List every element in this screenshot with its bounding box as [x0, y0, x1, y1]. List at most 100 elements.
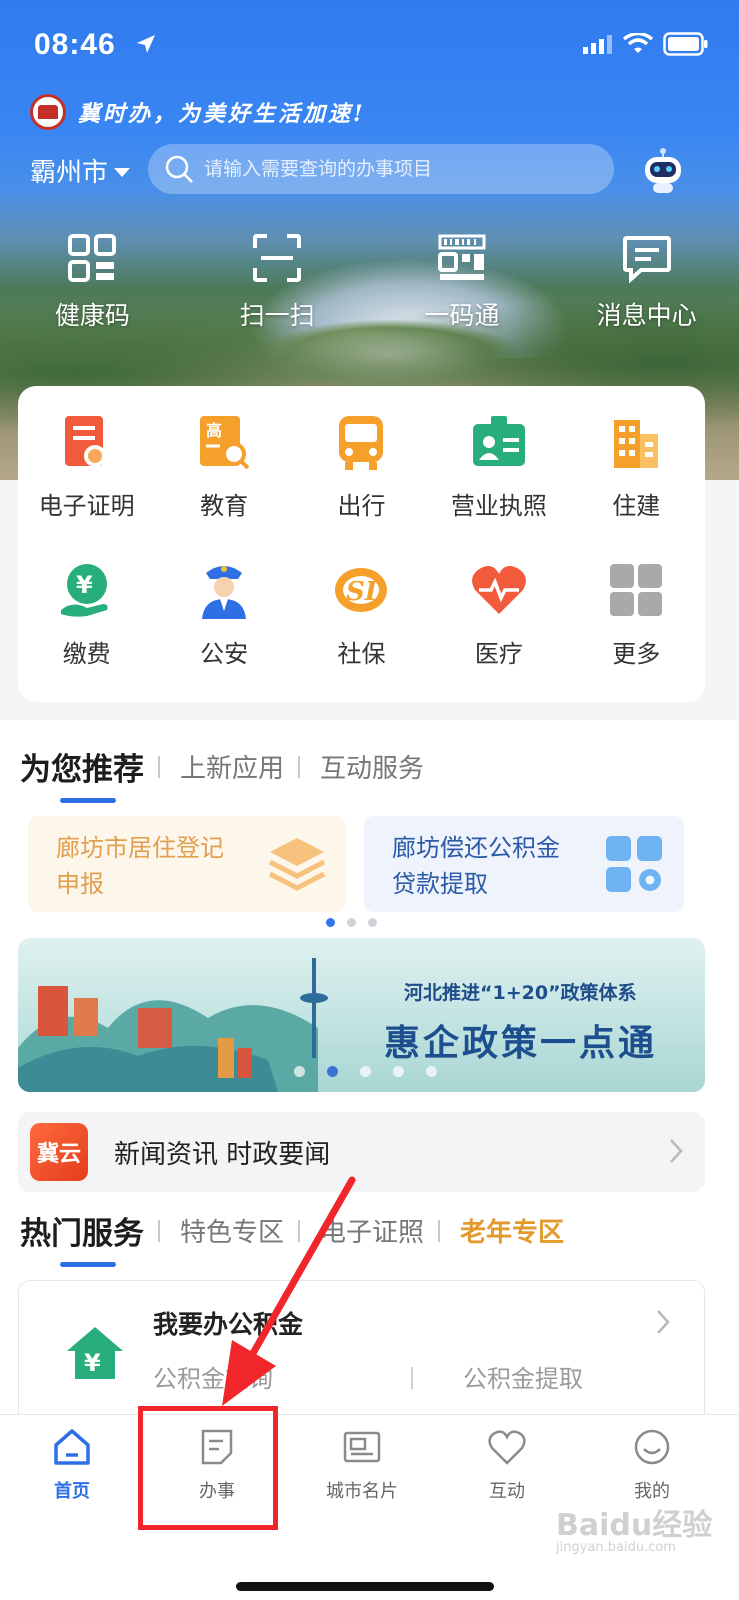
- news-text: 新闻资讯 时政要闻: [114, 1139, 331, 1170]
- services-row-1: 电子证明 高 教育 出行 营业执照 住建: [18, 412, 705, 521]
- wifi-icon: [623, 33, 653, 53]
- bus-icon: [331, 412, 391, 472]
- city-name: 霸州市: [30, 158, 109, 188]
- tab-divider: [298, 755, 301, 778]
- building-icon: [606, 412, 666, 472]
- app-logo: [30, 94, 66, 130]
- slogan-text: 冀时办，为美好生活加速!: [78, 101, 366, 127]
- city-card-icon: [343, 1431, 381, 1463]
- quick-label: 扫一扫: [239, 301, 315, 330]
- link-fund-withdraw[interactable]: 公积金提取: [463, 1359, 583, 1394]
- nav-profile[interactable]: 我的: [592, 1427, 712, 1503]
- message-icon: [622, 236, 671, 284]
- home-indicator: [236, 1582, 494, 1591]
- recommend-card-residence[interactable]: 廊坊市居住登记 申报: [28, 816, 346, 912]
- city-selector[interactable]: 霸州市: [30, 152, 131, 189]
- service-social-security[interactable]: SI 社保: [293, 560, 430, 669]
- payment-icon: ¥: [57, 560, 117, 620]
- service-label: 教育: [200, 492, 249, 520]
- home-icon: [54, 1429, 90, 1465]
- quick-one-code[interactable]: 一码通: [370, 232, 555, 332]
- carousel-dots: [326, 918, 377, 927]
- status-indicators: [583, 32, 709, 56]
- link-fund-query[interactable]: 公积金查询: [153, 1359, 273, 1394]
- nav-label: 城市名片: [326, 1481, 398, 1502]
- quick-scan[interactable]: 扫一扫: [185, 232, 370, 332]
- services-row-2: ¥ 缴费 公安 SI 社保 医疗 更多: [18, 560, 705, 669]
- battery-icon: [663, 32, 708, 56]
- banner-dots: [294, 1066, 437, 1077]
- svg-text:¥: ¥: [76, 571, 93, 599]
- tab-interactive[interactable]: 互动服务: [320, 748, 424, 785]
- status-time: 08:46: [34, 28, 116, 61]
- service-payment[interactable]: ¥ 缴费: [18, 560, 155, 669]
- service-travel[interactable]: 出行: [293, 412, 430, 521]
- status-bar: 08:46: [0, 0, 739, 90]
- tab-new-apps[interactable]: 上新应用: [180, 748, 284, 785]
- service-label: 营业执照: [450, 492, 547, 520]
- search-input[interactable]: [204, 158, 604, 180]
- house-fund-icon: ¥: [67, 1327, 123, 1379]
- tab-featured[interactable]: 特色专区: [180, 1212, 284, 1249]
- profile-icon: [634, 1429, 670, 1465]
- tab-recommend[interactable]: 为您推荐: [20, 744, 144, 803]
- quick-message-center[interactable]: 消息中心: [554, 232, 739, 332]
- nav-city-card[interactable]: 城市名片: [302, 1427, 422, 1503]
- recommend-card-fund-loan[interactable]: 廊坊偿还公积金 贷款提取: [364, 816, 684, 912]
- service-label: 出行: [337, 492, 386, 520]
- jiyun-logo: 冀云: [30, 1123, 88, 1181]
- service-housing[interactable]: 住建: [568, 412, 705, 521]
- more-grid-icon: [606, 560, 666, 620]
- service-label: 社保: [337, 640, 386, 668]
- license-icon: [469, 412, 529, 472]
- tab-hot-services[interactable]: 热门服务: [20, 1208, 144, 1267]
- service-label: 缴费: [62, 640, 111, 668]
- svg-text:高: 高: [206, 421, 222, 440]
- police-icon: [194, 560, 254, 620]
- hot-service-card[interactable]: ¥ 我要办公积金 公积金查询 公积金提取: [18, 1280, 705, 1430]
- tab-divider: [158, 1219, 160, 1242]
- banner-subtitle: 河北推进“1+20”政策体系: [404, 982, 637, 1004]
- quick-label: 健康码: [54, 301, 130, 330]
- social-security-icon: SI: [331, 560, 391, 620]
- watermark-brand: Baidu经验: [556, 1508, 713, 1543]
- service-education[interactable]: 高 教育: [155, 412, 292, 521]
- quick-health-code[interactable]: 健康码: [0, 232, 185, 332]
- tab-elderly[interactable]: 老年专区: [460, 1212, 564, 1249]
- recommend-tabs: 为您推荐 上新应用 互动服务: [20, 744, 424, 803]
- layers-icon: [268, 838, 326, 891]
- slogan-row: 冀时办，为美好生活加速!: [30, 94, 366, 130]
- location-arrow-icon: [137, 35, 155, 53]
- chevron-right-icon: [657, 1310, 670, 1334]
- service-label: 公安: [200, 640, 249, 668]
- tab-e-license[interactable]: 电子证照: [320, 1212, 424, 1249]
- service-label: 更多: [612, 640, 661, 668]
- assistant-robot-icon[interactable]: [640, 146, 686, 194]
- news-bar[interactable]: 冀云 新闻资讯 时政要闻: [18, 1112, 705, 1192]
- search-icon: [165, 155, 193, 183]
- nav-home[interactable]: 首页: [12, 1427, 132, 1503]
- education-icon: 高: [194, 412, 254, 472]
- service-business-license[interactable]: 营业执照: [430, 412, 567, 521]
- services-grid: 电子证明 高 教育 出行 营业执照 住建 ¥ 缴费 公安 SI 社保 医疗 更多: [18, 386, 705, 702]
- service-medical[interactable]: 医疗: [430, 560, 567, 669]
- service-e-certificate[interactable]: 电子证明: [18, 412, 155, 521]
- tab-divider: [438, 1219, 441, 1242]
- medical-icon: [469, 560, 529, 620]
- hot-card-title: 我要办公积金: [153, 1310, 304, 1339]
- quick-label: 一码通: [424, 301, 500, 330]
- service-police[interactable]: 公安: [155, 560, 292, 669]
- annotation-highlight-box: [138, 1406, 278, 1530]
- nav-label: 首页: [54, 1481, 90, 1502]
- search-bar[interactable]: [148, 144, 614, 194]
- scan-icon: [253, 234, 302, 282]
- signal-icon: [583, 35, 612, 54]
- service-label: 电子证明: [38, 492, 135, 520]
- heart-icon: [488, 1430, 526, 1465]
- one-code-icon: [437, 234, 486, 280]
- banner-title: 惠企政策一点通: [384, 1022, 658, 1064]
- nav-interact[interactable]: 互动: [447, 1427, 567, 1503]
- service-more[interactable]: 更多: [568, 560, 705, 669]
- svg-text:¥: ¥: [84, 1349, 101, 1377]
- health-code-icon: [68, 234, 117, 282]
